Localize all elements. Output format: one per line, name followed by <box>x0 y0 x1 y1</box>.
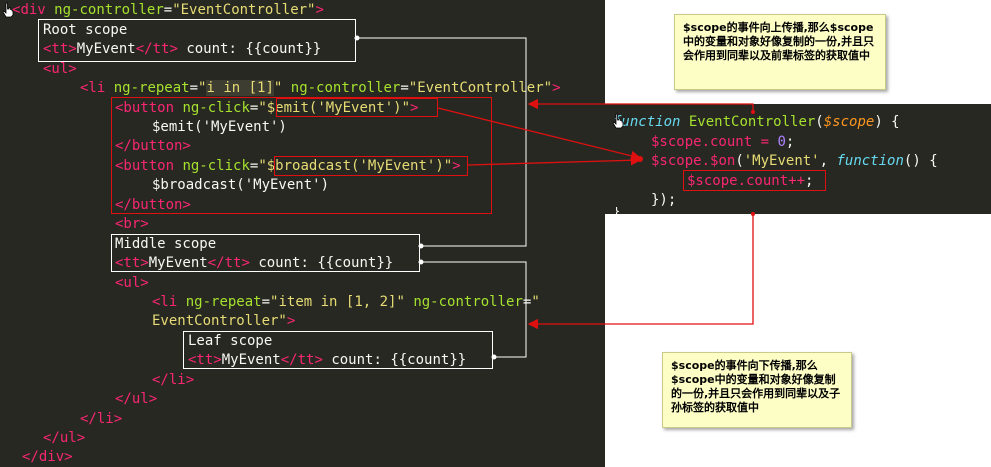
propagate-down-arrow <box>527 214 754 330</box>
connector-dot <box>491 354 497 360</box>
connector-dot <box>354 35 360 41</box>
connector-middle-leaf <box>420 261 527 358</box>
note-text: $scope的事件向下传播,那么$scope中的变量和对象好像复制的一份,并且只… <box>671 359 841 414</box>
hand-cursor-icon <box>2 2 14 18</box>
note-text: $scope的事件向上传播,那么$scope中的变量和对象好像复制的一份,并且只… <box>683 21 875 62</box>
connector-dot <box>637 156 643 162</box>
connector-dot <box>751 110 755 114</box>
connector-root-middle <box>356 37 527 247</box>
emit-to-on-arrow <box>437 107 642 161</box>
hand-cursor-icon <box>612 113 624 129</box>
connector-dot <box>418 259 424 265</box>
connector-dot <box>418 243 424 249</box>
propagate-up-arrow <box>527 98 754 112</box>
note-broadcast-explanation: $scope的事件向下传播,那么$scope中的变量和对象好像复制的一份,并且只… <box>662 352 852 428</box>
broadcast-to-on-arrow <box>467 155 642 166</box>
connector-dot <box>751 212 755 216</box>
note-emit-explanation: $scope的事件向上传播,那么$scope中的变量和对象好像复制的一份,并且只… <box>674 14 886 90</box>
